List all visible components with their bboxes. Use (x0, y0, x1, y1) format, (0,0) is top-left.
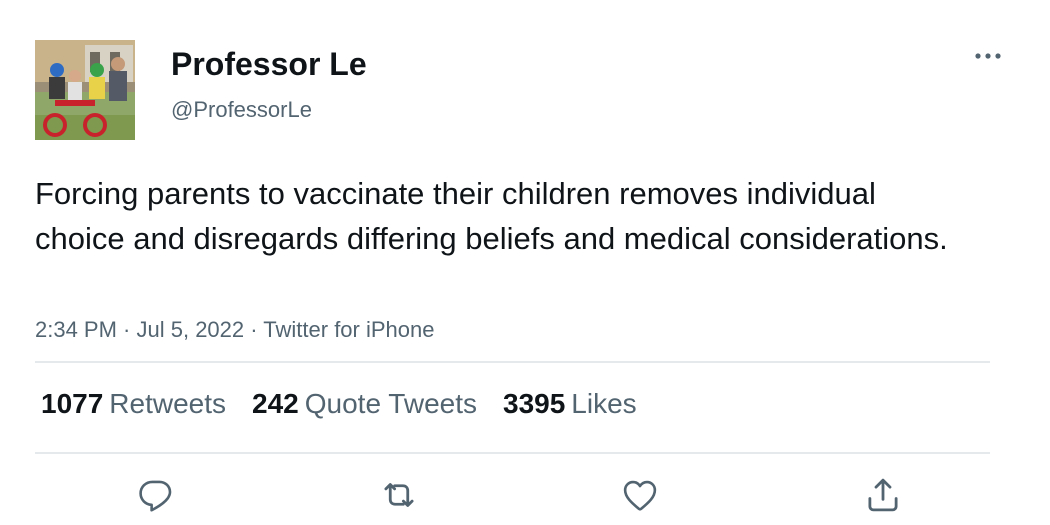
tweet-time[interactable]: 2:34 PM (35, 317, 117, 342)
retweets-label: Retweets (109, 388, 227, 419)
family-photo-avatar-icon (35, 40, 135, 140)
share-button[interactable] (862, 474, 904, 516)
quote-tweets-stat[interactable]: 242 Quote Tweets (252, 386, 477, 422)
tweet-meta: 2:34 PM · Jul 5, 2022 · Twitter for iPho… (35, 315, 434, 345)
like-button[interactable] (619, 474, 661, 516)
retweet-button[interactable] (378, 474, 420, 516)
reply-icon (139, 480, 172, 512)
meta-separator: · (116, 317, 137, 342)
author-avatar[interactable] (35, 40, 135, 140)
heart-icon (623, 480, 657, 511)
likes-stat[interactable]: 3395 Likes (503, 386, 637, 422)
likes-count: 3395 (503, 388, 566, 419)
tweet-text: Forcing parents to vaccinate their child… (35, 176, 948, 256)
tweet-date[interactable]: Jul 5, 2022 (137, 317, 245, 342)
quote-tweets-label: Quote Tweets (304, 388, 477, 419)
tweet-stats: 1077 Retweets 242 Quote Tweets 3395 Likes (41, 386, 663, 422)
retweets-count: 1077 (41, 388, 104, 419)
tweet-source[interactable]: Twitter for iPhone (263, 317, 434, 342)
quote-tweets-count: 242 (252, 388, 299, 419)
likes-label: Likes (571, 388, 637, 419)
share-icon (868, 478, 898, 512)
retweets-stat[interactable]: 1077 Retweets (41, 386, 226, 422)
more-icon (975, 53, 1001, 59)
author-display-name[interactable]: Professor Le (171, 44, 367, 84)
meta-separator: · (244, 317, 264, 342)
retweet-icon (384, 483, 414, 507)
divider (35, 452, 990, 454)
more-options-button[interactable] (970, 44, 1006, 68)
divider (35, 361, 990, 363)
tweet-card: Professor Le @ProfessorLe Forcing parent… (0, 0, 1050, 525)
author-handle[interactable]: @ProfessorLe (171, 96, 312, 124)
reply-button[interactable] (135, 474, 177, 516)
